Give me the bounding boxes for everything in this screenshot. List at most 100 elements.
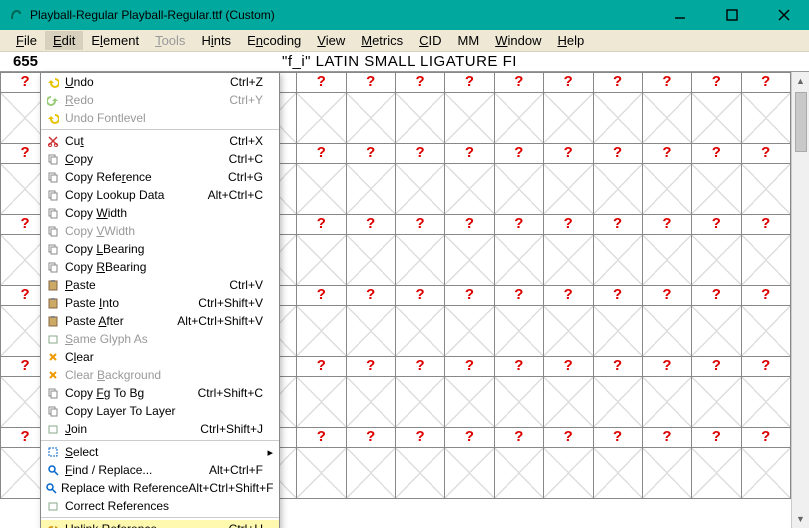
glyph-header-cell[interactable]: ? — [494, 144, 543, 164]
glyph-header-cell[interactable]: ? — [396, 357, 445, 377]
menu-help[interactable]: Help — [549, 31, 592, 50]
glyph-cell[interactable] — [642, 448, 691, 499]
glyph-cell[interactable] — [396, 377, 445, 428]
glyph-header-cell[interactable]: ? — [642, 73, 691, 93]
scroll-down-button[interactable]: ▼ — [792, 510, 809, 528]
glyph-header-cell[interactable]: ? — [741, 428, 790, 448]
maximize-button[interactable] — [715, 4, 749, 26]
glyph-cell[interactable] — [346, 93, 395, 144]
glyph-cell[interactable] — [642, 93, 691, 144]
menu-item-paste-into[interactable]: Paste IntoCtrl+Shift+V — [41, 294, 279, 312]
glyph-header-cell[interactable]: ? — [692, 144, 741, 164]
glyph-cell[interactable] — [445, 306, 494, 357]
glyph-header-cell[interactable]: ? — [642, 286, 691, 306]
glyph-header-cell[interactable]: ? — [593, 144, 642, 164]
menu-item-replace-with-ref[interactable]: Replace with ReferenceAlt+Ctrl+Shift+F — [41, 479, 279, 497]
glyph-header-cell[interactable]: ? — [692, 428, 741, 448]
glyph-cell[interactable] — [593, 164, 642, 215]
glyph-header-cell[interactable]: ? — [346, 73, 395, 93]
glyph-header-cell[interactable]: ? — [297, 286, 346, 306]
menu-item-copy-layer-to-layer[interactable]: Copy Layer To Layer — [41, 402, 279, 420]
glyph-header-cell[interactable]: ? — [642, 144, 691, 164]
glyph-cell[interactable] — [396, 93, 445, 144]
glyph-cell[interactable] — [297, 306, 346, 357]
glyph-header-cell[interactable]: ? — [692, 357, 741, 377]
menu-item-correct-references[interactable]: Correct References — [41, 497, 279, 515]
menu-item-join[interactable]: JoinCtrl+Shift+J — [41, 420, 279, 438]
glyph-cell[interactable] — [445, 93, 494, 144]
glyph-header-cell[interactable]: ? — [741, 357, 790, 377]
glyph-header-cell[interactable]: ? — [642, 215, 691, 235]
glyph-cell[interactable] — [297, 164, 346, 215]
glyph-header-cell[interactable]: ? — [494, 428, 543, 448]
glyph-cell[interactable] — [741, 377, 790, 428]
menu-item-copy-lookup-data[interactable]: Copy Lookup DataAlt+Ctrl+C — [41, 186, 279, 204]
glyph-header-cell[interactable]: ? — [445, 144, 494, 164]
glyph-header-cell[interactable]: ? — [741, 73, 790, 93]
glyph-header-cell[interactable]: ? — [396, 215, 445, 235]
glyph-header-cell[interactable]: ? — [297, 428, 346, 448]
glyph-header-cell[interactable]: ? — [692, 286, 741, 306]
glyph-header-cell[interactable]: ? — [494, 286, 543, 306]
menu-item-copy[interactable]: CopyCtrl+C — [41, 150, 279, 168]
glyph-header-cell[interactable]: ? — [494, 215, 543, 235]
menu-cid[interactable]: CID — [411, 31, 449, 50]
glyph-cell[interactable] — [396, 164, 445, 215]
minimize-button[interactable] — [663, 4, 697, 26]
glyph-cell[interactable] — [346, 377, 395, 428]
scroll-thumb[interactable] — [795, 92, 807, 152]
glyph-cell[interactable] — [741, 448, 790, 499]
menu-item-find-replace[interactable]: Find / Replace...Alt+Ctrl+F — [41, 461, 279, 479]
menu-item-paste-after[interactable]: Paste AfterAlt+Ctrl+Shift+V — [41, 312, 279, 330]
menu-tools[interactable]: Tools — [147, 31, 193, 50]
glyph-header-cell[interactable]: ? — [346, 286, 395, 306]
glyph-header-cell[interactable]: ? — [544, 215, 593, 235]
glyph-header-cell[interactable]: ? — [396, 428, 445, 448]
glyph-cell[interactable] — [692, 377, 741, 428]
menu-element[interactable]: Element — [83, 31, 147, 50]
glyph-cell[interactable] — [544, 164, 593, 215]
glyph-header-cell[interactable]: ? — [544, 357, 593, 377]
glyph-cell[interactable] — [396, 448, 445, 499]
glyph-cell[interactable] — [544, 235, 593, 286]
glyph-header-cell[interactable]: ? — [544, 73, 593, 93]
menu-window[interactable]: Window — [487, 31, 549, 50]
glyph-cell[interactable] — [692, 164, 741, 215]
menu-item-copy-fg-to-bg[interactable]: Copy Fg To BgCtrl+Shift+C — [41, 384, 279, 402]
glyph-header-cell[interactable]: ? — [544, 144, 593, 164]
glyph-header-cell[interactable]: ? — [494, 357, 543, 377]
glyph-cell[interactable] — [346, 448, 395, 499]
glyph-cell[interactable] — [494, 306, 543, 357]
glyph-cell[interactable] — [544, 448, 593, 499]
menu-item-copy-rbearing[interactable]: Copy RBearing — [41, 258, 279, 276]
glyph-header-cell[interactable]: ? — [297, 73, 346, 93]
glyph-header-cell[interactable]: ? — [445, 286, 494, 306]
glyph-header-cell[interactable]: ? — [396, 286, 445, 306]
glyph-cell[interactable] — [494, 235, 543, 286]
glyph-header-cell[interactable]: ? — [593, 286, 642, 306]
glyph-cell[interactable] — [593, 235, 642, 286]
menu-item-copy-width[interactable]: Copy Width — [41, 204, 279, 222]
vertical-scrollbar[interactable]: ▲ ▼ — [791, 72, 809, 528]
glyph-cell[interactable] — [642, 377, 691, 428]
glyph-cell[interactable] — [593, 377, 642, 428]
glyph-header-cell[interactable]: ? — [297, 144, 346, 164]
glyph-header-cell[interactable]: ? — [692, 73, 741, 93]
glyph-header-cell[interactable]: ? — [396, 144, 445, 164]
glyph-header-cell[interactable]: ? — [346, 357, 395, 377]
glyph-cell[interactable] — [692, 306, 741, 357]
glyph-header-cell[interactable]: ? — [445, 73, 494, 93]
scroll-up-button[interactable]: ▲ — [792, 72, 809, 90]
glyph-header-cell[interactable]: ? — [346, 215, 395, 235]
glyph-cell[interactable] — [396, 306, 445, 357]
glyph-cell[interactable] — [692, 235, 741, 286]
glyph-header-cell[interactable]: ? — [346, 428, 395, 448]
glyph-cell[interactable] — [346, 306, 395, 357]
glyph-cell[interactable] — [445, 377, 494, 428]
glyph-header-cell[interactable]: ? — [593, 215, 642, 235]
glyph-header-cell[interactable]: ? — [741, 215, 790, 235]
glyph-header-cell[interactable]: ? — [445, 215, 494, 235]
glyph-cell[interactable] — [445, 164, 494, 215]
glyph-cell[interactable] — [741, 306, 790, 357]
glyph-cell[interactable] — [445, 448, 494, 499]
